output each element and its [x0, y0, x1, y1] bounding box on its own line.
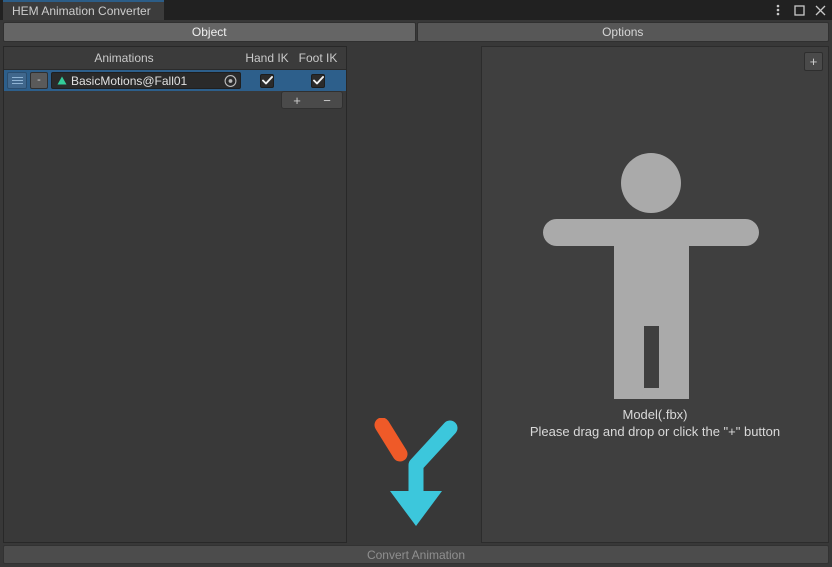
more-options-icon[interactable] [770, 2, 786, 18]
title-bar: HEM Animation Converter [0, 0, 832, 20]
model-hint: Please drag and drop or click the "+" bu… [530, 423, 780, 440]
convert-animation-button[interactable]: Convert Animation [3, 545, 829, 564]
tab-object[interactable]: Object [3, 22, 416, 42]
tab-options[interactable]: Options [417, 22, 830, 42]
hand-ik-cell [242, 70, 292, 91]
drag-handle-icon[interactable] [7, 72, 27, 89]
model-drop-text: Model(.fbx) Please drag and drop or clic… [530, 406, 780, 440]
tab-options-label: Options [602, 25, 643, 39]
animations-panel: Animations Hand IK Foot IK - BasicMotion… [3, 46, 347, 543]
merge-arrow-icon [366, 418, 466, 530]
model-drop-panel[interactable]: + Model(.fbx) Please drag and drop or cl… [481, 46, 829, 543]
list-add-remove-group: + − [281, 91, 343, 109]
foot-ik-checkbox[interactable] [311, 74, 325, 88]
column-header-animations: Animations [4, 47, 244, 69]
convert-animation-label: Convert Animation [367, 548, 465, 562]
hand-ik-checkbox[interactable] [260, 74, 274, 88]
column-header-foot-ik: Foot IK [293, 47, 343, 69]
window-controls [770, 0, 828, 20]
remove-selected-animation-label: − [323, 94, 331, 107]
add-animation-label: + [293, 94, 301, 107]
remove-selected-animation-button[interactable]: − [312, 92, 342, 108]
model-title: Model(.fbx) [530, 406, 780, 423]
animations-list-footer: + − [4, 91, 346, 111]
humanoid-avatar-icon [535, 150, 775, 400]
foot-ik-cell [293, 70, 343, 91]
tab-object-label: Object [192, 25, 227, 39]
remove-animation-button[interactable]: - [30, 72, 48, 89]
add-animation-button[interactable]: + [282, 92, 312, 108]
tab-bar: Object Options [0, 21, 832, 43]
maximize-icon[interactable] [791, 2, 807, 18]
remove-animation-label: - [37, 75, 41, 86]
hem-animation-converter-window: HEM Animation Converter [0, 0, 832, 567]
close-icon[interactable] [812, 2, 828, 18]
window-tab-hem-animation-converter[interactable]: HEM Animation Converter [3, 0, 164, 20]
window-title: HEM Animation Converter [12, 4, 151, 18]
table-row[interactable]: - BasicMotions@Fall01 [4, 70, 346, 91]
object-picker-icon[interactable] [224, 74, 237, 87]
column-header-hand-ik: Hand IK [242, 47, 292, 69]
animation-name: BasicMotions@Fall01 [71, 74, 187, 88]
animations-list-header: Animations Hand IK Foot IK [4, 47, 346, 70]
model-placeholder: Model(.fbx) Please drag and drop or clic… [482, 47, 828, 542]
animation-object-field[interactable]: BasicMotions@Fall01 [51, 72, 241, 89]
animation-clip-icon [56, 75, 68, 87]
